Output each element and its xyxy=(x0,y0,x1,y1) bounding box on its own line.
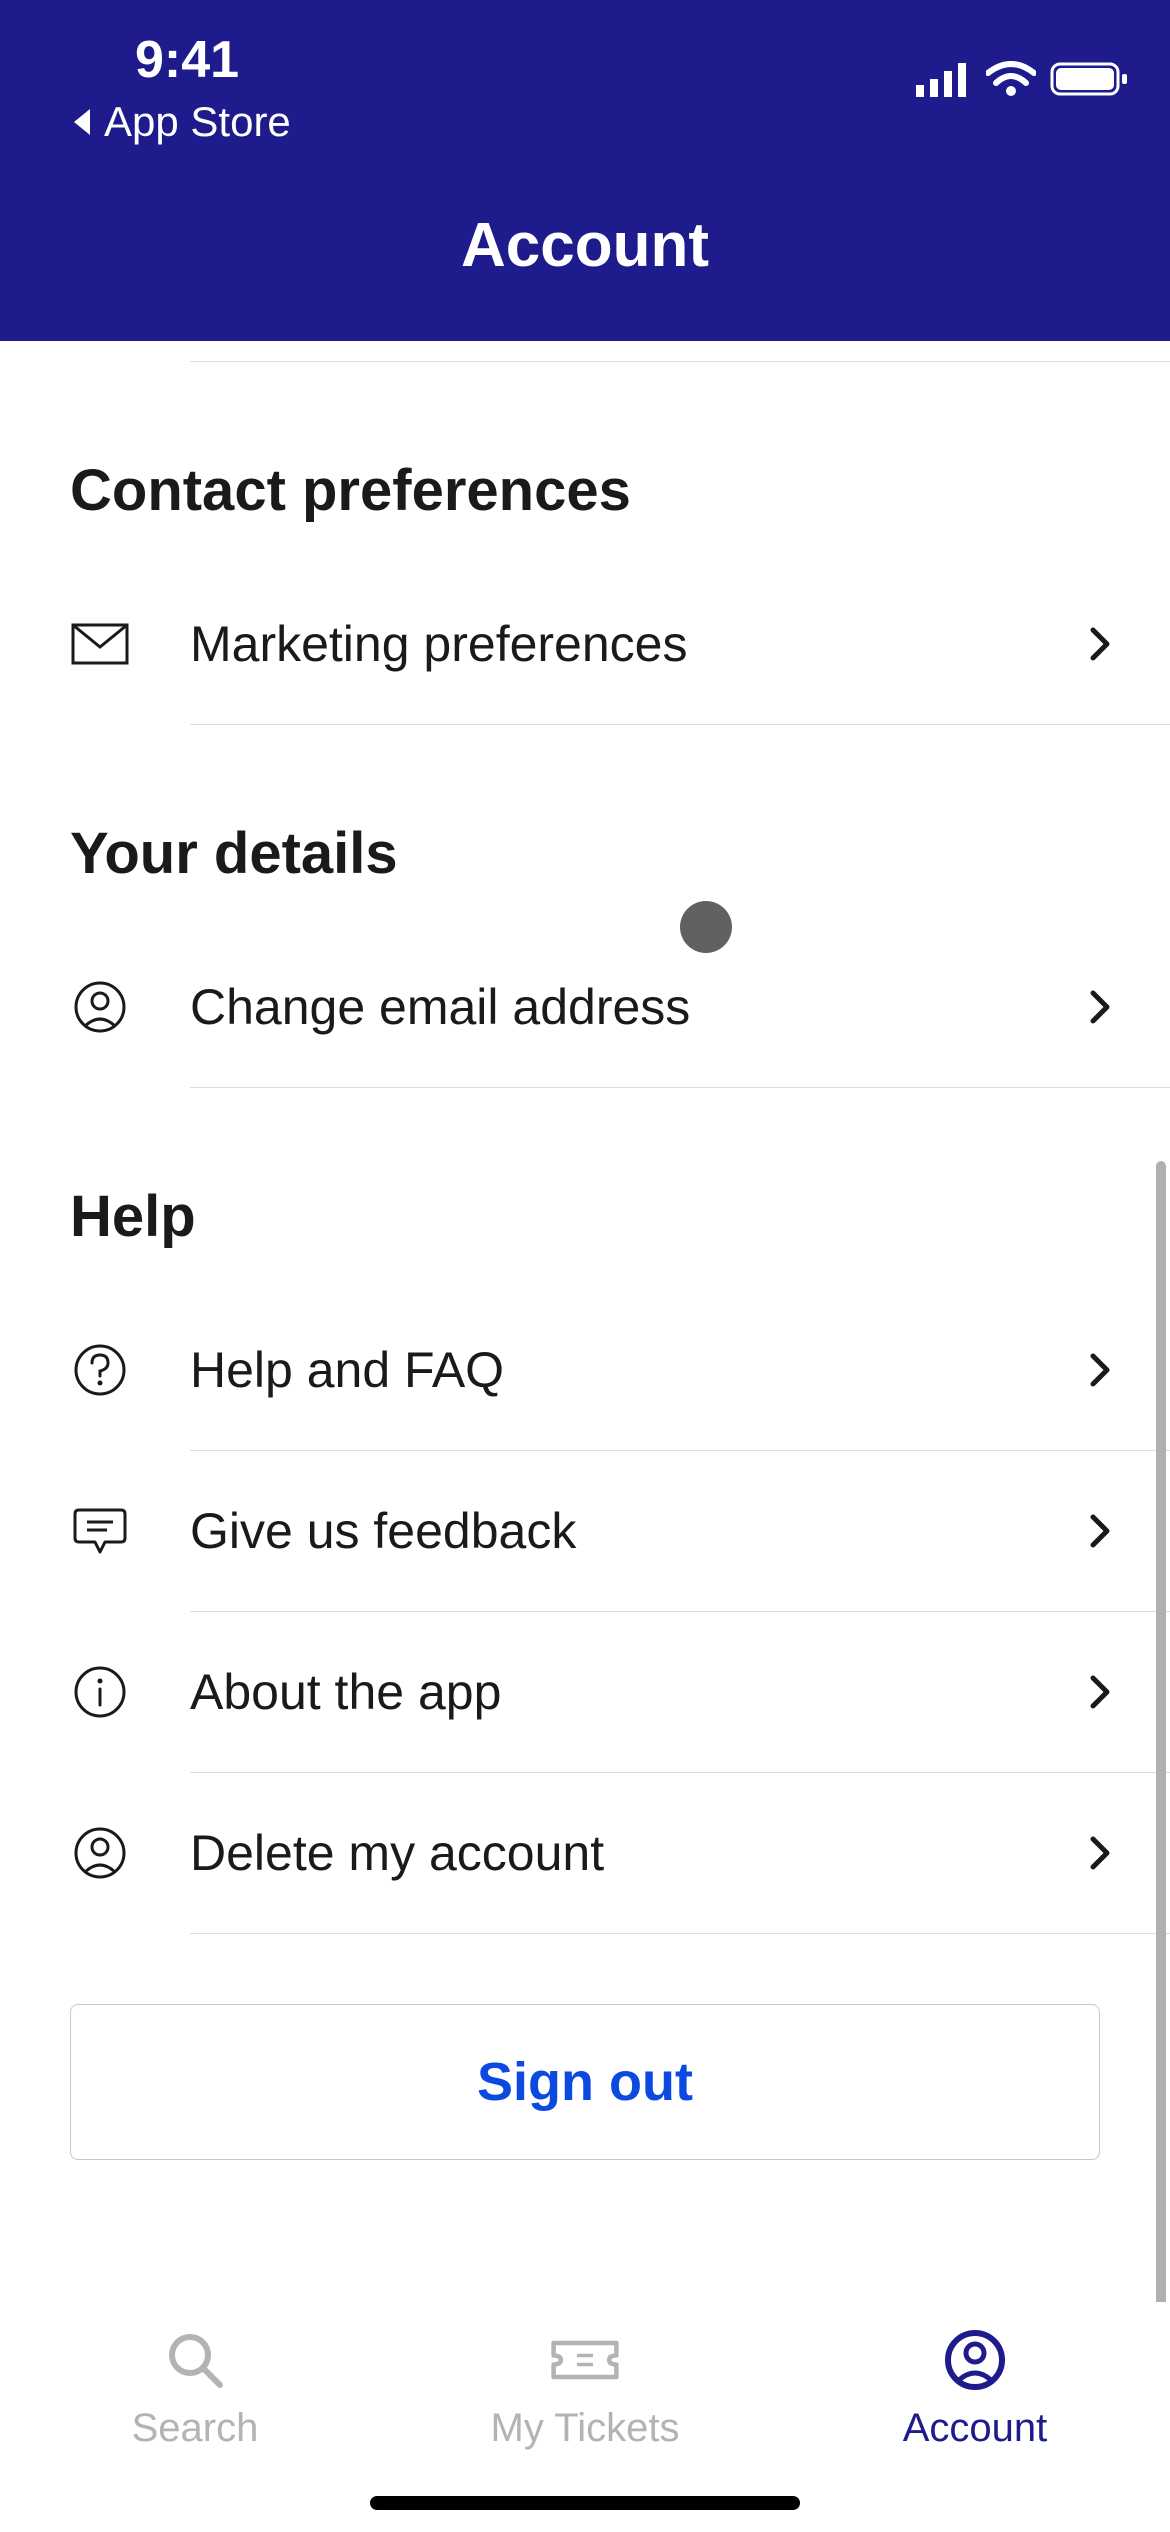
envelope-icon xyxy=(70,614,130,674)
row-label: Delete my account xyxy=(190,1824,1080,1882)
row-label: About the app xyxy=(190,1663,1080,1721)
row-label: Change email address xyxy=(190,978,1080,1036)
tab-search[interactable]: Search xyxy=(0,2302,390,2532)
chevron-right-icon xyxy=(1080,987,1120,1027)
chat-bubble-icon xyxy=(70,1501,130,1561)
chevron-right-icon xyxy=(1080,1511,1120,1551)
row-delete-account[interactable]: Delete my account xyxy=(0,1773,1170,1933)
tab-label: My Tickets xyxy=(491,2406,680,2451)
chevron-right-icon xyxy=(1080,1672,1120,1712)
section-title-help: Help xyxy=(0,1088,1170,1290)
divider xyxy=(190,1933,1170,1934)
tab-account[interactable]: Account xyxy=(780,2302,1170,2532)
row-help-faq[interactable]: Help and FAQ xyxy=(0,1290,1170,1450)
back-to-app-store[interactable]: App Store xyxy=(40,98,291,146)
tab-label: Search xyxy=(132,2406,259,2451)
battery-icon xyxy=(1050,60,1130,98)
info-circle-icon xyxy=(70,1662,130,1722)
question-circle-icon xyxy=(70,1340,130,1400)
person-circle-icon xyxy=(70,1823,130,1883)
sign-out-button[interactable]: Sign out xyxy=(70,2004,1100,2160)
content-scroll[interactable]: Contact preferences Marketing preference… xyxy=(0,341,1170,2302)
cellular-icon xyxy=(916,61,972,97)
back-caret-icon xyxy=(70,107,94,137)
page-title: Account xyxy=(0,150,1170,341)
row-label: Marketing preferences xyxy=(190,615,1080,673)
home-indicator[interactable] xyxy=(370,2496,800,2510)
row-change-email[interactable]: Change email address xyxy=(0,927,1170,1087)
chevron-right-icon xyxy=(1080,1350,1120,1390)
tab-label: Account xyxy=(903,2406,1048,2451)
chevron-right-icon xyxy=(1080,624,1120,664)
section-title-contact-preferences: Contact preferences xyxy=(0,362,1170,564)
row-label: Help and FAQ xyxy=(190,1341,1080,1399)
section-title-your-details: Your details xyxy=(0,725,1170,927)
ticket-icon xyxy=(550,2330,620,2390)
status-time: 9:41 xyxy=(40,30,291,90)
person-circle-icon xyxy=(70,977,130,1037)
row-marketing-preferences[interactable]: Marketing preferences xyxy=(0,564,1170,724)
row-about-app[interactable]: About the app xyxy=(0,1612,1170,1772)
chevron-right-icon xyxy=(1080,1833,1120,1873)
scroll-indicator[interactable] xyxy=(1156,1161,1166,2302)
status-right-icons xyxy=(916,30,1130,98)
wifi-icon xyxy=(986,61,1036,97)
header: 9:41 App Store xyxy=(0,0,1170,341)
person-circle-icon xyxy=(940,2330,1010,2390)
back-label: App Store xyxy=(104,98,291,146)
search-icon xyxy=(160,2330,230,2390)
floating-dot[interactable] xyxy=(680,901,732,953)
status-bar: 9:41 App Store xyxy=(0,0,1170,150)
row-give-feedback[interactable]: Give us feedback xyxy=(0,1451,1170,1611)
row-label: Give us feedback xyxy=(190,1502,1080,1560)
